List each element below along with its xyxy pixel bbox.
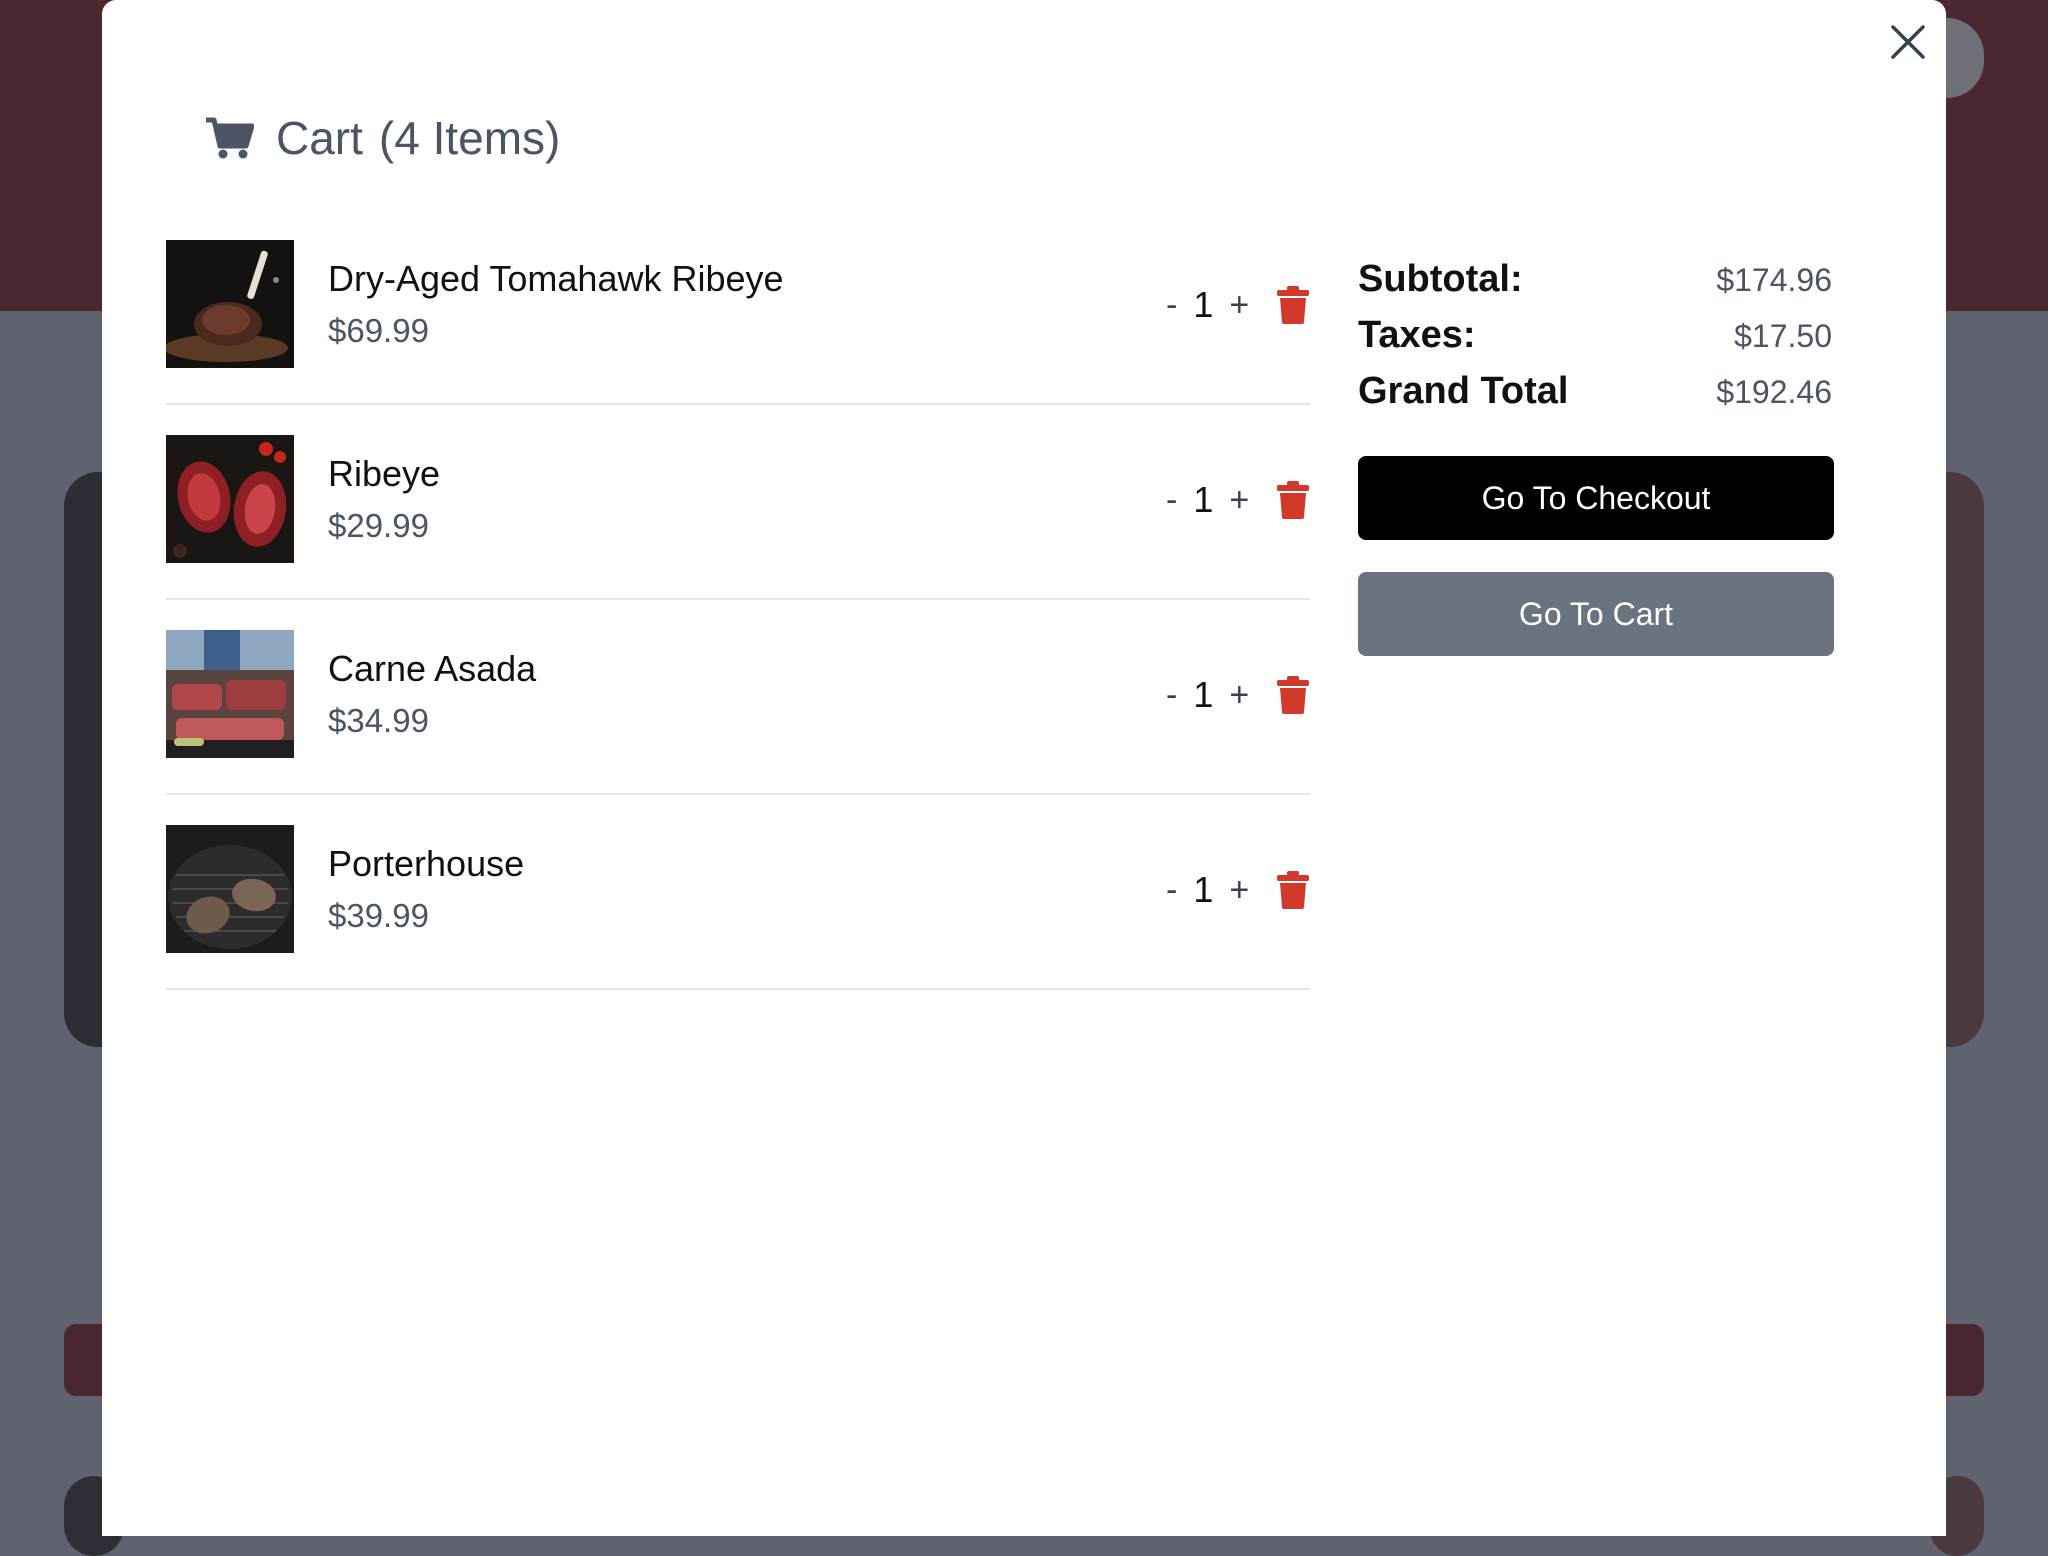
quantity-stepper: - 1 + <box>1166 867 1249 913</box>
cart-heading: Cart (4 Items) <box>204 108 560 168</box>
decrement-button[interactable]: - <box>1166 481 1177 520</box>
taxes-value: $17.50 <box>1734 318 1832 354</box>
cart-title-text: Cart <box>276 112 363 164</box>
subtotal-row: Subtotal: $174.96 <box>1358 258 1832 314</box>
trash-icon[interactable] <box>1276 481 1310 519</box>
quantity-value: 1 <box>1193 674 1214 715</box>
product-image-tomahawk <box>166 240 294 368</box>
close-button[interactable] <box>1882 16 1934 68</box>
list-item: Carne Asada $34.99 - 1 + <box>166 600 1310 795</box>
product-name: Ribeye <box>328 453 441 494</box>
subtotal-value: $174.96 <box>1716 262 1832 298</box>
product-image-carne-asada <box>166 630 294 758</box>
product-image-ribeye <box>166 435 294 563</box>
increment-button[interactable]: + <box>1229 481 1249 520</box>
close-icon <box>1891 25 1925 59</box>
product-name: Porterhouse <box>328 843 525 884</box>
grand-total-row: Grand Total $192.46 <box>1358 370 1832 426</box>
list-item: Porterhouse $39.99 - 1 + <box>166 795 1310 990</box>
subtotal-label: Subtotal: <box>1358 258 1523 300</box>
shopping-cart-icon <box>206 117 254 159</box>
grand-total-value: $192.46 <box>1716 374 1832 410</box>
quantity-stepper: - 1 + <box>1166 672 1249 718</box>
taxes-label: Taxes: <box>1358 314 1476 356</box>
cart-item-count: (4 Items) <box>378 112 561 164</box>
product-price: $69.99 <box>328 312 429 349</box>
quantity-value: 1 <box>1193 284 1214 325</box>
product-price: $39.99 <box>328 897 429 934</box>
quantity-value: 1 <box>1193 479 1214 520</box>
quantity-stepper: - 1 + <box>1166 477 1249 523</box>
product-price: $29.99 <box>328 507 429 544</box>
go-to-cart-button[interactable]: Go To Cart <box>1358 572 1834 656</box>
decrement-button[interactable]: - <box>1166 871 1177 910</box>
product-image-porterhouse <box>166 825 294 953</box>
trash-icon[interactable] <box>1276 676 1310 714</box>
taxes-row: Taxes: $17.50 <box>1358 314 1832 370</box>
quantity-value: 1 <box>1193 869 1214 910</box>
go-to-checkout-button[interactable]: Go To Checkout <box>1358 456 1834 540</box>
trash-icon[interactable] <box>1276 286 1310 324</box>
product-name: Carne Asada <box>328 648 537 689</box>
decrement-button[interactable]: - <box>1166 676 1177 715</box>
cart-item-list: Dry-Aged Tomahawk Ribeye $69.99 - 1 + Ri… <box>166 210 1310 990</box>
increment-button[interactable]: + <box>1229 676 1249 715</box>
list-item: Dry-Aged Tomahawk Ribeye $69.99 - 1 + <box>166 210 1310 405</box>
product-price: $34.99 <box>328 702 429 739</box>
order-summary: Subtotal: $174.96 Taxes: $17.50 Grand To… <box>1358 258 1832 426</box>
list-item: Ribeye $29.99 - 1 + <box>166 405 1310 600</box>
grand-total-label: Grand Total <box>1358 370 1569 412</box>
cart-modal: Cart (4 Items) Dry-Aged Tomahawk Ribeye … <box>102 0 1946 1536</box>
trash-icon[interactable] <box>1276 871 1310 909</box>
quantity-stepper: - 1 + <box>1166 282 1249 328</box>
decrement-button[interactable]: - <box>1166 286 1177 325</box>
increment-button[interactable]: + <box>1229 871 1249 910</box>
product-name: Dry-Aged Tomahawk Ribeye <box>328 258 784 299</box>
increment-button[interactable]: + <box>1229 286 1249 325</box>
